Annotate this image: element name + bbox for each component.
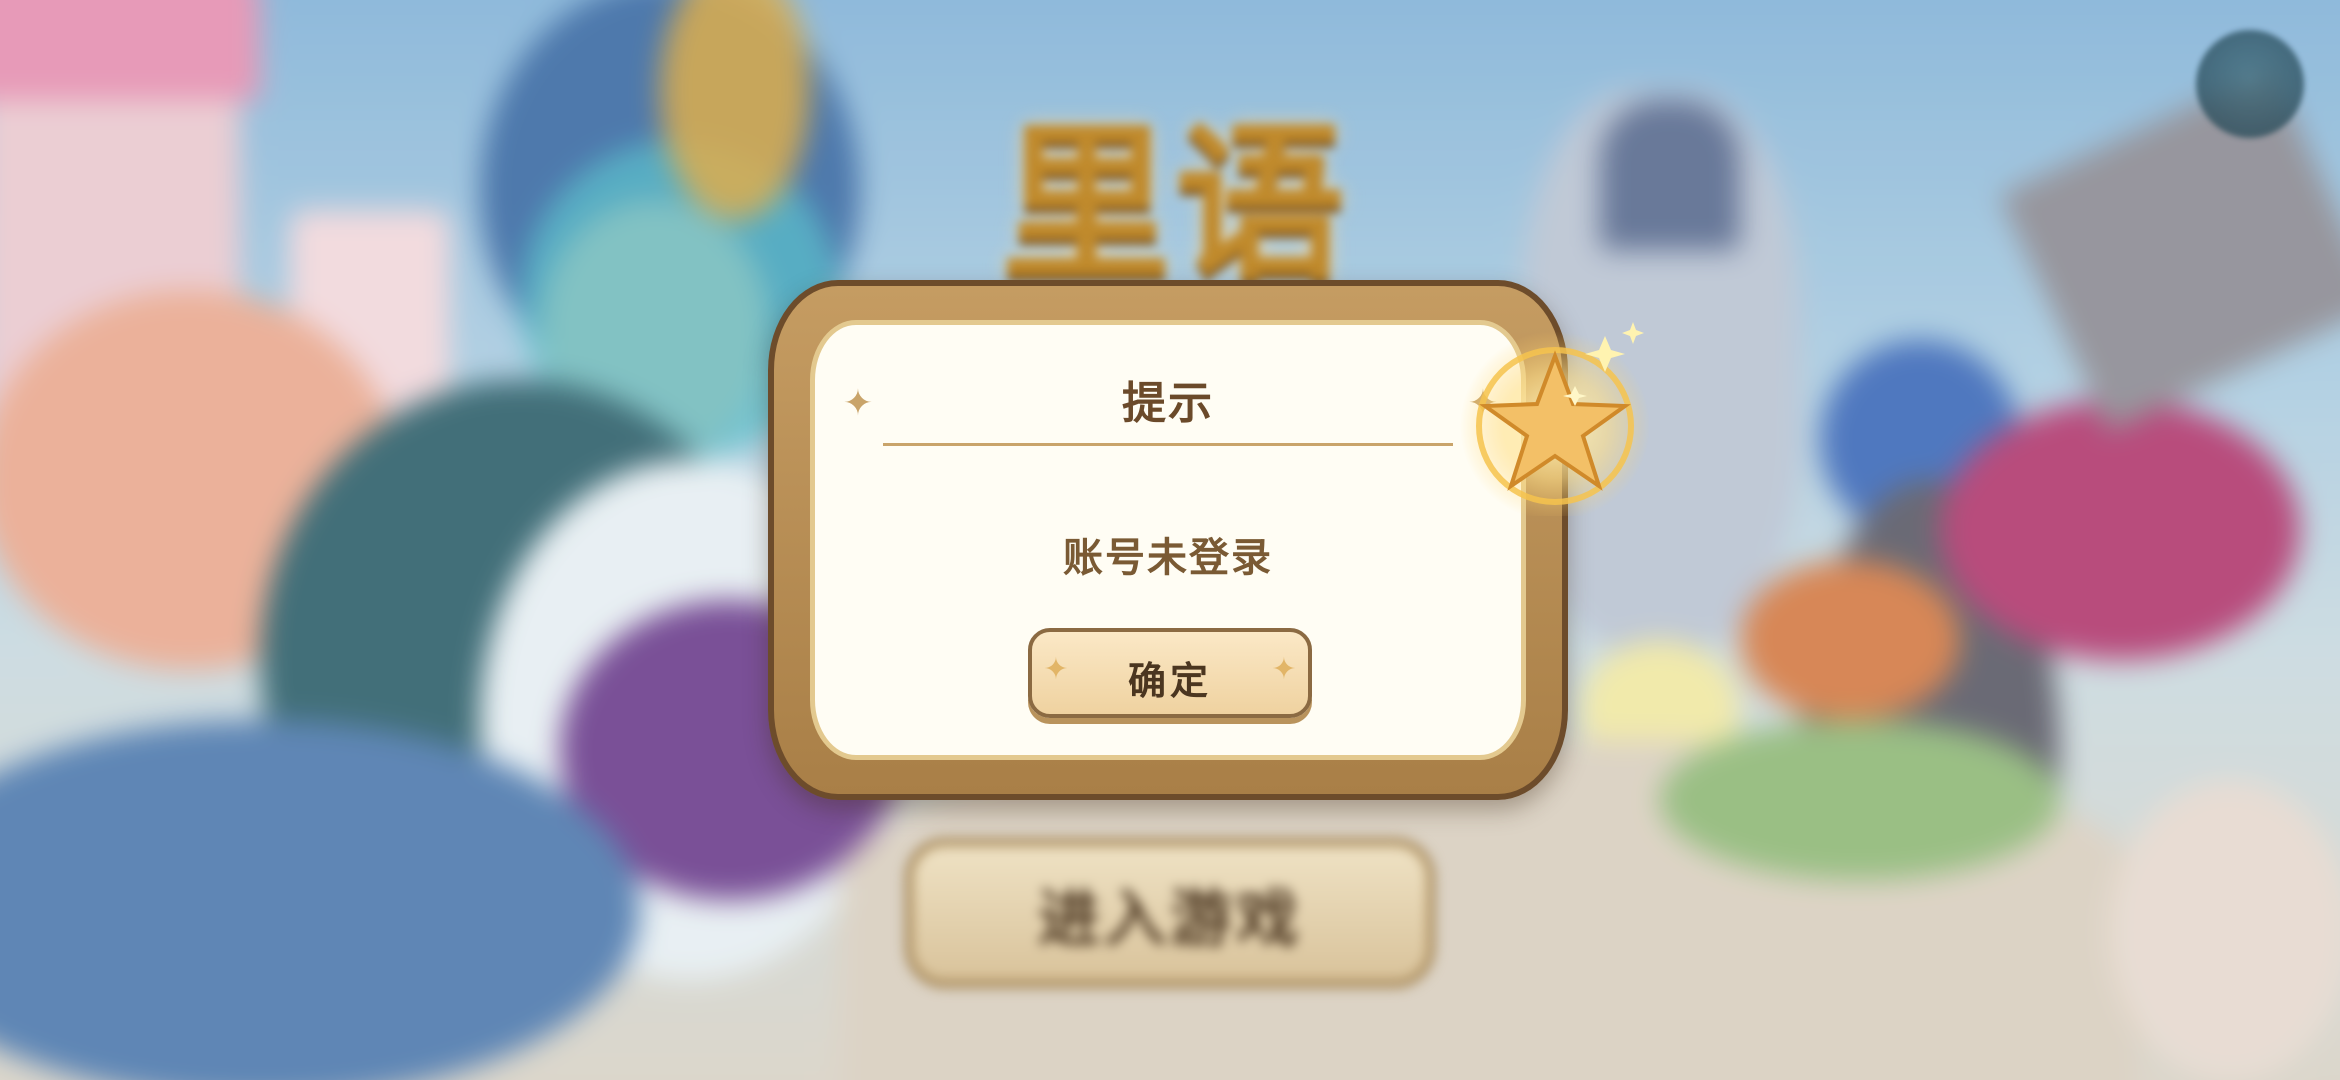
confirm-button[interactable]: ✦ 确定 ✦ xyxy=(1028,628,1312,718)
confirm-button-label: 确定 xyxy=(1127,659,1212,703)
enter-game-button: 进入游戏 xyxy=(905,838,1435,988)
sparkle-icon: ✦ xyxy=(842,383,874,424)
menu-icon[interactable] xyxy=(2196,30,2304,138)
dialog-message: 账号未登录 xyxy=(1063,535,1273,581)
game-login-screen: 里语 进入游戏 提示 账号未登录 ✦ ✦ ✦ 确定 ✦ xyxy=(0,0,2340,1080)
dialog-title: 提示 xyxy=(1122,378,1214,429)
title-divider xyxy=(883,443,1453,446)
star-ornament-icon xyxy=(1460,322,1650,516)
enter-game-label: 进入游戏 xyxy=(1037,882,1302,955)
alert-dialog: 提示 账号未登录 xyxy=(768,280,1568,800)
game-logo: 里语 xyxy=(1000,105,1349,305)
sparkle-icon: ✦ xyxy=(1271,652,1297,687)
